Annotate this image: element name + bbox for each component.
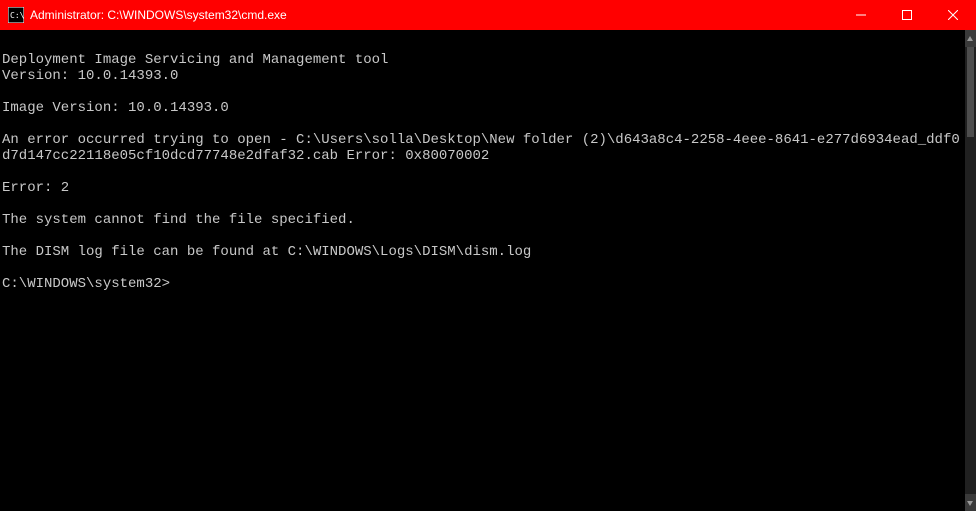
client-area: Deployment Image Servicing and Managemen… (0, 30, 976, 511)
minimize-button[interactable] (838, 0, 884, 30)
scrollbar-thumb[interactable] (967, 47, 974, 137)
window-title: Administrator: C:\WINDOWS\system32\cmd.e… (30, 8, 287, 22)
cursor (170, 278, 178, 292)
maximize-button[interactable] (884, 0, 930, 30)
vertical-scrollbar[interactable] (965, 30, 976, 511)
titlebar[interactable]: C:\ Administrator: C:\WINDOWS\system32\c… (0, 0, 976, 30)
console-output[interactable]: Deployment Image Servicing and Managemen… (0, 30, 965, 511)
scroll-up-arrow-icon[interactable] (965, 30, 976, 47)
close-button[interactable] (930, 0, 976, 30)
svg-text:C:\: C:\ (10, 11, 24, 20)
cmd-icon: C:\ (8, 7, 24, 23)
cmd-window: C:\ Administrator: C:\WINDOWS\system32\c… (0, 0, 976, 511)
command-prompt[interactable]: C:\WINDOWS\system32> (2, 276, 170, 292)
scroll-down-arrow-icon[interactable] (965, 494, 976, 511)
scrollbar-track[interactable] (965, 47, 976, 494)
